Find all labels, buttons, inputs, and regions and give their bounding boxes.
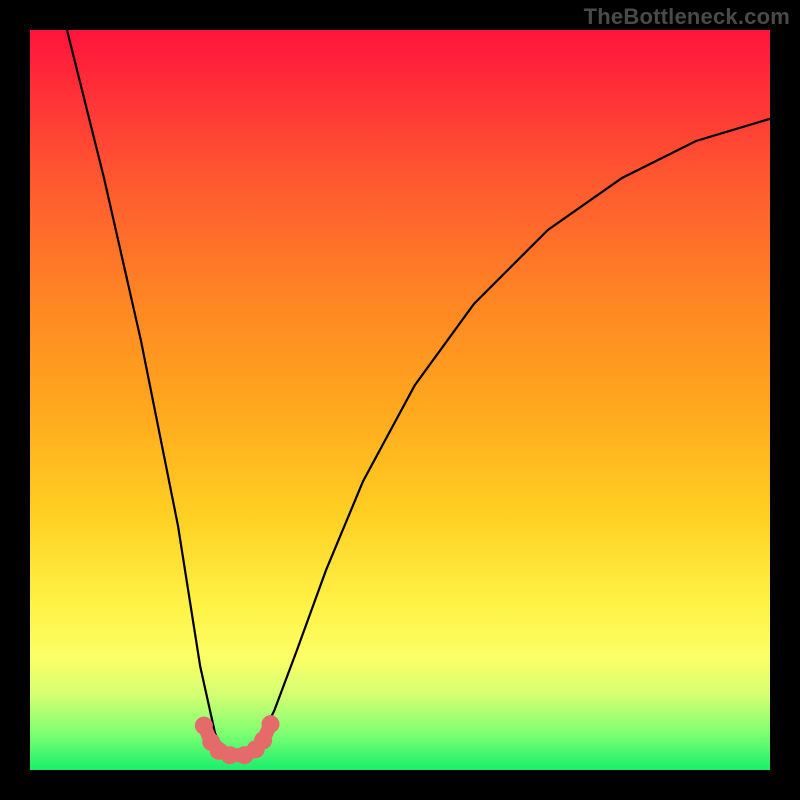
trough-marker-dot (262, 715, 280, 733)
watermark-text: TheBottleneck.com (584, 4, 790, 30)
trough-marker-dot (254, 731, 272, 749)
bottleneck-curve-path (67, 30, 770, 755)
chart-plot-area (30, 30, 770, 770)
trough-marker-dot (195, 717, 213, 735)
trough-marker-dots (195, 715, 280, 764)
bottleneck-curve-svg (30, 30, 770, 770)
